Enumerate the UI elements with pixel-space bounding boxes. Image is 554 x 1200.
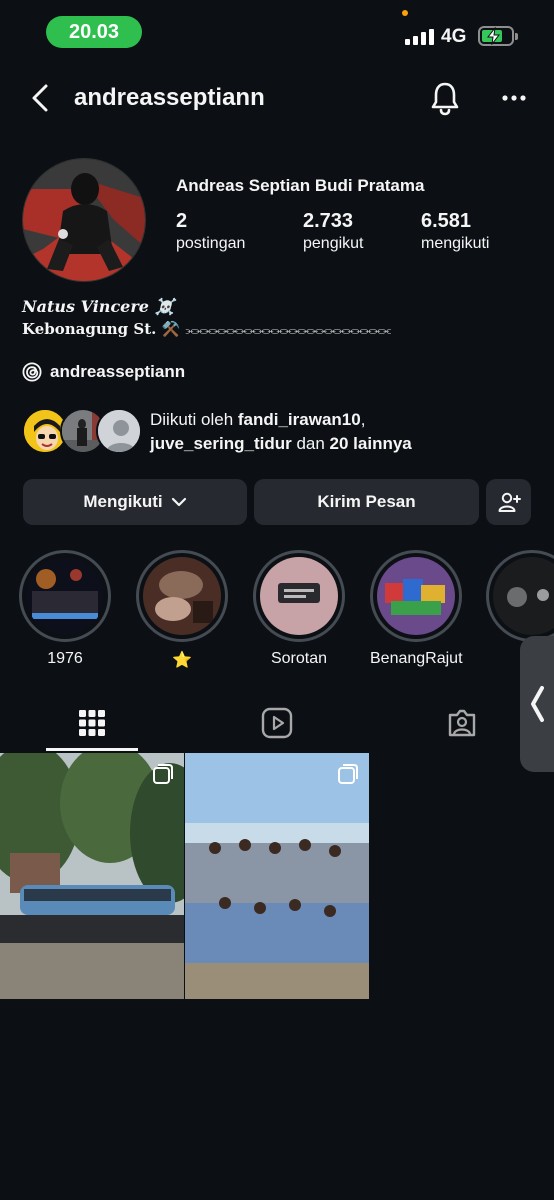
carousel-icon [153,764,173,784]
page-title: andreasseptiann [74,84,265,111]
suggest-people-button[interactable] [486,479,531,525]
battery-icon [478,26,518,46]
highlight-label: BenangRajut [370,650,463,667]
bio-line-1: Natus Vincere ☠️ [22,297,175,316]
bio-line-2-decoration: ⫘⫘⫘⫘⫘⫘⫘⫘⫘⫘⫘⫘⫘⫘⫘⫘⫘⫘⫘⫘⫘⫘⫘ [185,324,392,337]
signal-strength-icon [405,29,434,45]
mutual-comma: , [360,410,366,429]
tab-tagged[interactable] [416,694,508,752]
profile-stats: 2 postingan 2.733 pengikut 6.581 mengiku… [176,210,536,258]
posts-count-label: postingan [176,235,246,252]
posts-count[interactable]: 2 postingan [176,210,245,253]
followers-count-label: pengikut [303,235,364,252]
highlight-item[interactable]: Sorotan [253,550,345,668]
message-button[interactable]: Kirim Pesan [254,479,479,525]
following-count-label: mengikuti [421,235,490,252]
reels-icon [261,707,293,739]
tab-reels[interactable] [231,694,323,752]
highlight-item[interactable]: 1976 [19,550,111,668]
chevron-down-icon [171,497,186,507]
following-button-label: Mengikuti [83,492,163,511]
bio-line-2: Kebonagung St. ⚒️ ⫘⫘⫘⫘⫘⫘⫘⫘⫘⫘⫘⫘⫘⫘⫘⫘⫘⫘⫘⫘⫘⫘… [22,320,392,338]
following-count[interactable]: 6.581 mengikuti [421,210,489,253]
highlight-label: 1976 [47,650,83,667]
profile-avatar[interactable] [22,158,146,282]
mutual-prefix: Diikuti oleh [150,410,238,429]
back-arrow-icon[interactable] [26,82,54,114]
posts-grid [0,753,554,999]
mutual-user-1[interactable]: fandi_irawan10 [238,410,361,429]
bio-line-2-text: Kebonagung St. ⚒️ [22,320,181,338]
profile-header: andreasseptiann [0,70,554,126]
more-options-icon[interactable] [500,86,528,110]
highlight-item[interactable]: ⭐ [136,550,228,670]
mutual-others[interactable]: 20 lainnya [330,434,412,453]
post-thumbnail[interactable] [0,753,184,999]
profile-tabs [0,694,554,752]
highlight-item[interactable] [486,550,554,650]
message-button-label: Kirim Pesan [317,492,416,511]
profile-full-name: Andreas Septian Budi Pratama [176,176,425,195]
threads-handle: andreasseptiann [50,362,186,381]
threads-icon [22,362,42,382]
mutual-followers[interactable]: Diikuti oleh fandi_irawan10, juve_sering… [22,406,542,456]
mutual-user-2[interactable]: juve_sering_tidur [150,434,292,453]
post-thumbnail[interactable] [185,753,369,999]
status-time[interactable]: 20.03 [46,16,142,48]
tab-posts[interactable] [46,694,138,752]
posts-count-value: 2 [176,210,188,232]
following-button[interactable]: Mengikuti [23,479,247,525]
highlight-label: Sorotan [270,650,328,667]
add-person-icon [498,492,521,512]
highlight-item[interactable]: BenangRajut [370,550,463,668]
followers-count[interactable]: 2.733 pengikut [303,210,364,253]
grid-icon [79,710,105,736]
mutual-avatar-3 [96,408,142,454]
privacy-indicator-dot [402,10,408,16]
bell-icon[interactable] [428,80,462,116]
tagged-icon [448,709,476,737]
followers-count-value: 2.733 [303,210,354,232]
carousel-icon [338,764,358,784]
highlight-label: ⭐ [172,652,192,669]
active-tab-indicator [46,748,138,751]
following-count-value: 6.581 [421,210,472,232]
status-bar: 20.03 4G [0,0,554,64]
network-type: 4G [441,26,467,47]
threads-link[interactable]: andreasseptiann [22,362,185,382]
mutual-followers-text: Diikuti oleh fandi_irawan10, juve_sering… [150,408,412,456]
story-highlights: 1976 ⭐ Sorotan BenangRajut [0,550,554,680]
mutual-middle: dan [291,434,330,453]
